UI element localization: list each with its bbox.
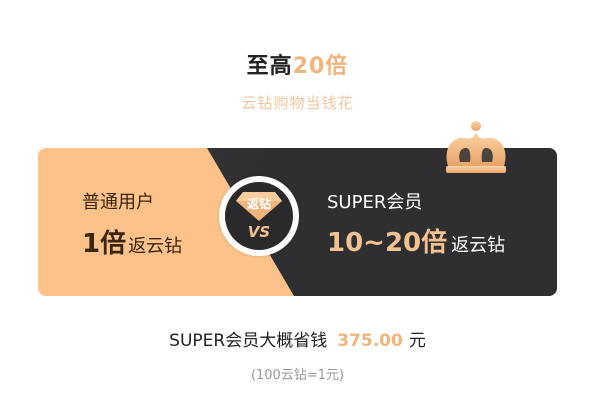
- title-prefix: 至高: [246, 54, 293, 79]
- super-rate-suffix: 返云钻: [451, 235, 506, 256]
- page-title: 至高20倍: [0, 48, 595, 80]
- vs-badge: 返钻 VS: [219, 176, 299, 256]
- super-member-label: SUPER会员: [327, 192, 423, 213]
- gem-label: 返钻: [246, 197, 271, 211]
- savings-summary: SUPER会员大概省钱 375.00 元: [0, 326, 595, 351]
- vs-badge-inner: 返钻 VS: [225, 182, 293, 250]
- normal-user-label: 普通用户: [82, 192, 154, 213]
- savings-amount: 375.00: [337, 331, 403, 351]
- savings-unit: 元: [408, 331, 426, 351]
- normal-rate-value: 1倍: [82, 229, 127, 259]
- super-member-rate: 10~20倍 返云钻: [327, 226, 505, 263]
- normal-user-rate: 1倍 返云钻: [82, 227, 182, 264]
- page-subtitle: 云钻购物当钱花: [241, 94, 354, 112]
- savings-prefix: SUPER会员大概省钱: [169, 331, 328, 351]
- normal-rate-suffix: 返云钻: [128, 236, 183, 257]
- conversion-note: (100云钻=1元): [250, 368, 345, 383]
- title-highlight: 20倍: [292, 54, 349, 79]
- vs-label: VS: [247, 223, 271, 241]
- super-rate-value: 10~20倍: [327, 228, 448, 258]
- crown-icon: [446, 121, 506, 173]
